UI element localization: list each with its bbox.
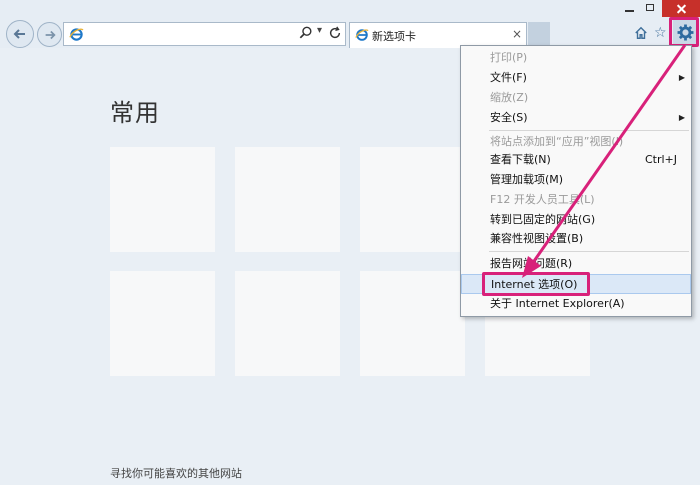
menu-item-security[interactable]: 安全(S) ▶ bbox=[461, 108, 691, 128]
tab-close-icon[interactable]: × bbox=[512, 27, 522, 41]
favorites-star-icon[interactable]: ☆ bbox=[654, 25, 667, 41]
discover-sites-link[interactable]: 寻找你可能喜欢的其他网站 bbox=[110, 465, 242, 481]
ie-logo-icon bbox=[355, 29, 369, 41]
frequent-site-tile[interactable] bbox=[235, 147, 340, 252]
frequent-site-tile[interactable] bbox=[360, 147, 465, 252]
menu-separator bbox=[489, 130, 689, 131]
menu-item-file[interactable]: 文件(F) ▶ bbox=[461, 68, 691, 88]
menu-item-zoom[interactable]: 缩放(Z) bbox=[461, 88, 691, 108]
home-icon[interactable] bbox=[634, 26, 648, 40]
tab-label: 新选项卡 bbox=[372, 30, 416, 43]
gear-highlight-box bbox=[669, 17, 699, 47]
frequent-site-tile[interactable] bbox=[110, 147, 215, 252]
maximize-button[interactable] bbox=[640, 0, 662, 17]
address-bar[interactable]: ▾ bbox=[63, 22, 346, 46]
frequent-site-tile[interactable] bbox=[235, 271, 340, 376]
close-window-button[interactable] bbox=[662, 0, 700, 17]
shortcut-label: Ctrl+J bbox=[644, 153, 677, 166]
menu-item-report-problems[interactable]: 报告网站问题(R) bbox=[461, 254, 691, 274]
menu-item-pinned-sites[interactable]: 转到已固定的网站(G) bbox=[461, 210, 691, 230]
menu-item-f12-devtools[interactable]: F12 开发人员工具(L) bbox=[461, 190, 691, 210]
forward-button[interactable] bbox=[37, 22, 62, 47]
submenu-arrow-icon: ▶ bbox=[678, 113, 685, 122]
menu-separator bbox=[489, 251, 689, 252]
menu-item-view-downloads[interactable]: 查看下载(N) Ctrl+J bbox=[461, 150, 691, 170]
menu-item-manage-addons[interactable]: 管理加载项(M) bbox=[461, 170, 691, 190]
submenu-arrow-icon: ▶ bbox=[678, 73, 685, 82]
refresh-icon[interactable] bbox=[328, 26, 342, 40]
frequent-site-tile[interactable] bbox=[110, 271, 215, 376]
menu-item-print[interactable]: 打印(P) bbox=[461, 48, 691, 68]
ie-logo-icon bbox=[69, 28, 84, 41]
menu-item-compat-view[interactable]: 兼容性视图设置(B) bbox=[461, 229, 691, 249]
frequent-site-tile[interactable] bbox=[360, 271, 465, 376]
back-arrow-icon bbox=[13, 29, 25, 39]
menu-item-about-ie[interactable]: 关于 Internet Explorer(A) bbox=[461, 294, 691, 314]
back-button[interactable] bbox=[6, 20, 34, 48]
search-icon[interactable] bbox=[299, 26, 313, 40]
internet-options-highlight-box bbox=[482, 272, 590, 296]
address-dropdown-icon[interactable]: ▾ bbox=[317, 25, 322, 36]
forward-arrow-icon bbox=[45, 30, 56, 39]
menu-item-add-site-to-apps[interactable]: 将站点添加到“应用”视图(I) bbox=[461, 132, 691, 152]
minimize-button[interactable] bbox=[618, 0, 640, 17]
page-title: 常用 bbox=[110, 99, 160, 127]
